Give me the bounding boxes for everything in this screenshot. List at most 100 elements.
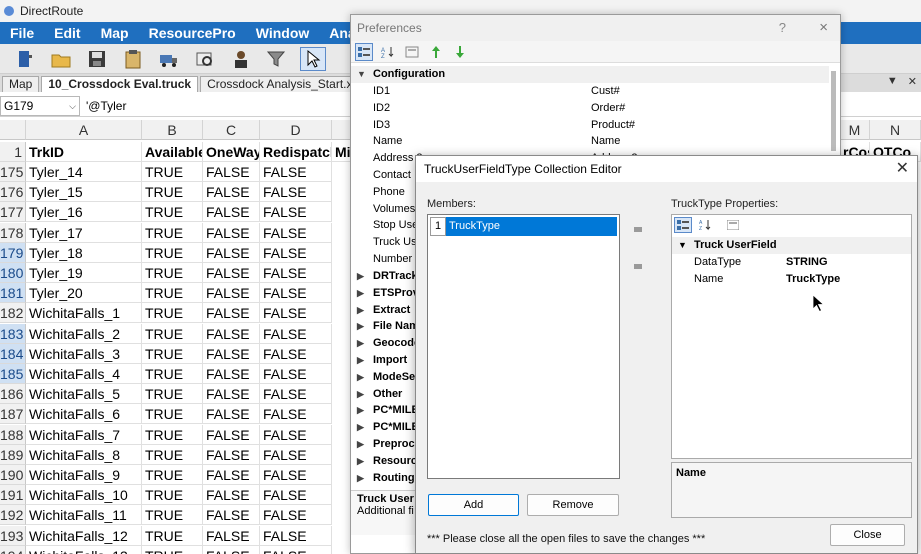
- cell-trkid[interactable]: WichitaFalls_9: [26, 465, 142, 485]
- cell-trkid[interactable]: Tyler_20: [26, 283, 142, 304]
- row-number[interactable]: 184: [0, 343, 26, 364]
- cell-available[interactable]: TRUE: [142, 222, 203, 243]
- property-name[interactable]: Name TruckType: [672, 271, 911, 288]
- cell-trkid[interactable]: Tyler_15: [26, 182, 142, 203]
- row-number[interactable]: 190: [0, 465, 26, 485]
- expand-icon[interactable]: ▶: [357, 335, 364, 352]
- cell-redispatch[interactable]: FALSE: [260, 465, 332, 485]
- row-number-header[interactable]: 1: [0, 142, 26, 162]
- cell-available[interactable]: TRUE: [142, 444, 203, 465]
- expand-icon[interactable]: ▶: [357, 318, 364, 335]
- cell-available[interactable]: TRUE: [142, 182, 203, 203]
- remove-button[interactable]: Remove: [527, 494, 619, 516]
- cell-oneway[interactable]: FALSE: [203, 505, 260, 526]
- cell-trkid[interactable]: Tyler_18: [26, 242, 142, 263]
- row-number[interactable]: 188: [0, 424, 26, 445]
- row-number[interactable]: 185: [0, 364, 26, 384]
- cell-redispatch[interactable]: FALSE: [260, 525, 332, 546]
- menu-window[interactable]: Window: [246, 22, 320, 44]
- property-pages-icon[interactable]: [724, 217, 742, 233]
- property-value[interactable]: TruckType: [786, 271, 840, 288]
- header-available[interactable]: Available: [142, 142, 203, 162]
- chevron-down-icon[interactable]: ⌵: [69, 97, 76, 115]
- cell-redispatch[interactable]: FALSE: [260, 202, 332, 223]
- menu-map[interactable]: Map: [91, 22, 139, 44]
- cell-redispatch[interactable]: FALSE: [260, 384, 332, 405]
- alphabetical-sort-icon[interactable]: AZ: [696, 217, 714, 233]
- collapse-icon[interactable]: ▼: [357, 66, 366, 83]
- alphabetical-sort-icon[interactable]: AZ: [379, 43, 397, 61]
- preference-value[interactable]: Name: [591, 133, 620, 150]
- cell-oneway[interactable]: FALSE: [203, 162, 260, 182]
- cell-trkid[interactable]: Tyler_19: [26, 263, 142, 283]
- category-configuration[interactable]: ▼ Configuration: [351, 66, 829, 83]
- cell-trkid[interactable]: WichitaFalls_8: [26, 444, 142, 465]
- menu-edit[interactable]: Edit: [44, 22, 90, 44]
- cell-available[interactable]: TRUE: [142, 364, 203, 384]
- tab-list-dropdown-icon[interactable]: ▼: [887, 75, 898, 88]
- row-number[interactable]: 180: [0, 263, 26, 283]
- cell-trkid[interactable]: WichitaFalls_5: [26, 384, 142, 405]
- cell-available[interactable]: TRUE: [142, 323, 203, 344]
- cell-trkid[interactable]: Tyler_17: [26, 222, 142, 243]
- cell-available[interactable]: TRUE: [142, 384, 203, 405]
- cell-redispatch[interactable]: FALSE: [260, 424, 332, 445]
- header-oneway[interactable]: OneWay: [203, 142, 260, 162]
- cell-oneway[interactable]: FALSE: [203, 485, 260, 506]
- cell-redispatch[interactable]: FALSE: [260, 222, 332, 243]
- cell-reference-box[interactable]: G179 ⌵: [0, 95, 80, 116]
- property-pages-icon[interactable]: [403, 43, 421, 61]
- row-number[interactable]: 181: [0, 283, 26, 304]
- expand-icon[interactable]: ▶: [357, 453, 364, 470]
- cell-available[interactable]: TRUE: [142, 162, 203, 182]
- expand-icon[interactable]: ▶: [357, 369, 364, 386]
- collapse-icon[interactable]: ▼: [678, 237, 687, 254]
- cell-available[interactable]: TRUE: [142, 505, 203, 526]
- save-icon[interactable]: [84, 47, 110, 71]
- row-number[interactable]: 189: [0, 444, 26, 465]
- expand-icon[interactable]: ▶: [357, 419, 364, 436]
- select-all-corner[interactable]: [0, 120, 26, 140]
- tab-crossdock-eval-truck[interactable]: 10_Crossdock Eval.truck: [41, 76, 199, 92]
- cell-available[interactable]: TRUE: [142, 242, 203, 263]
- row-number[interactable]: 193: [0, 525, 26, 546]
- clipboard-icon[interactable]: [120, 47, 146, 71]
- cell-redispatch[interactable]: FALSE: [260, 505, 332, 526]
- row-number[interactable]: 177: [0, 202, 26, 223]
- truck-settings-icon[interactable]: [156, 47, 182, 71]
- cell-available[interactable]: TRUE: [142, 485, 203, 506]
- cell-trkid[interactable]: WichitaFalls_10: [26, 485, 142, 506]
- cell-oneway[interactable]: FALSE: [203, 222, 260, 243]
- cell-oneway[interactable]: FALSE: [203, 263, 260, 283]
- cell-redispatch[interactable]: FALSE: [260, 303, 332, 324]
- tab-crossdock-analysis-xls[interactable]: Crossdock Analysis_Start.xls: [200, 76, 369, 92]
- column-header-a[interactable]: A: [26, 120, 142, 140]
- members-list[interactable]: 1 TruckType: [427, 214, 620, 479]
- row-number[interactable]: 178: [0, 222, 26, 243]
- expand-icon[interactable]: ▶: [357, 386, 364, 403]
- cell-trkid[interactable]: WichitaFalls_6: [26, 404, 142, 425]
- preference-row[interactable]: ID3 Product#: [351, 117, 829, 134]
- cell-redispatch[interactable]: FALSE: [260, 323, 332, 344]
- cell-available[interactable]: TRUE: [142, 525, 203, 546]
- pointer-select-icon[interactable]: [300, 46, 326, 71]
- list-item[interactable]: 1 TruckType: [430, 217, 617, 236]
- dispatch-person-icon[interactable]: [228, 47, 254, 71]
- cell-trkid[interactable]: WichitaFalls_2: [26, 323, 142, 344]
- preference-value[interactable]: Cust#: [591, 83, 620, 100]
- cell-oneway[interactable]: FALSE: [203, 545, 260, 554]
- property-datatype[interactable]: DataType STRING: [672, 254, 911, 271]
- cell-redispatch[interactable]: FALSE: [260, 343, 332, 364]
- cell-available[interactable]: TRUE: [142, 545, 203, 554]
- column-header-m[interactable]: M: [840, 120, 870, 140]
- close-tab-icon[interactable]: ✕: [908, 75, 917, 88]
- cell-redispatch[interactable]: FALSE: [260, 485, 332, 506]
- formula-input[interactable]: '@Tyler: [86, 99, 126, 113]
- cell-available[interactable]: TRUE: [142, 465, 203, 485]
- cell-redispatch[interactable]: FALSE: [260, 182, 332, 203]
- preference-row[interactable]: ID2 Order#: [351, 100, 829, 117]
- column-header-n[interactable]: N: [870, 120, 921, 140]
- cell-redispatch[interactable]: FALSE: [260, 404, 332, 425]
- expand-icon[interactable]: ▶: [357, 436, 364, 453]
- cell-redispatch[interactable]: FALSE: [260, 162, 332, 182]
